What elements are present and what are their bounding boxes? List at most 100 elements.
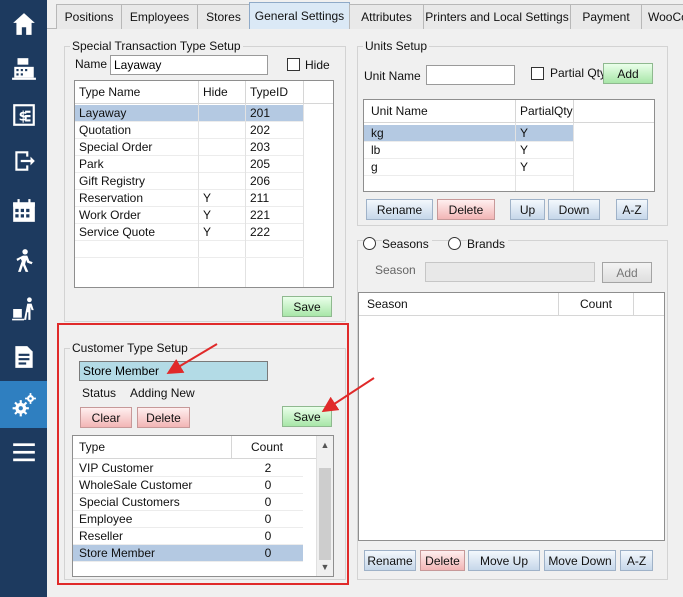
transaction-types-table[interactable]: Type Name Hide TypeID Layaway 201 Quotat…: [74, 80, 334, 288]
column-header[interactable]: Season: [359, 293, 559, 316]
season-add-button[interactable]: Add: [602, 262, 652, 283]
seasons-radio-label: Seasons: [382, 237, 432, 251]
type-id-cell: 221: [246, 207, 304, 224]
hide-cell: [199, 156, 246, 173]
settings-icon: [12, 392, 36, 416]
table-row[interactable]: Quotation 202: [75, 122, 304, 139]
season-rename-button[interactable]: Rename: [364, 550, 416, 571]
season-delete-button[interactable]: Delete: [420, 550, 465, 571]
partial-qty-label: Partial Qty: [550, 66, 607, 80]
settings-tabs: Positions Employees Stores General Setti…: [47, 0, 683, 29]
type-id-cell: 203: [246, 139, 304, 156]
tab-positions[interactable]: Positions: [56, 4, 122, 29]
unit-up-button[interactable]: Up: [510, 199, 545, 220]
calendar-icon: [12, 198, 35, 222]
nav-home-button[interactable]: [0, 0, 47, 47]
hide-checkbox[interactable]: [287, 58, 300, 71]
unit-name-cell: g: [364, 159, 516, 176]
units-title: Units Setup: [363, 39, 430, 53]
table-row[interactable]: Service Quote Y 222: [75, 224, 304, 241]
nav-report-button[interactable]: [0, 333, 47, 380]
season-az-button[interactable]: A-Z: [620, 550, 653, 571]
partial-qty-cell: Y: [516, 125, 574, 142]
nav-register-button[interactable]: [0, 45, 47, 92]
brands-radio-label: Brands: [467, 237, 509, 251]
special-transaction-title: Special Transaction Type Setup: [70, 39, 243, 53]
hide-cell: Y: [199, 190, 246, 207]
hide-cell: [199, 139, 246, 156]
side-navigation: $: [0, 0, 47, 597]
unit-delete-button[interactable]: Delete: [437, 199, 495, 220]
brands-radio[interactable]: [448, 237, 461, 250]
unit-rename-button[interactable]: Rename: [366, 199, 433, 220]
type-id-cell: 205: [246, 156, 304, 173]
column-header[interactable]: Type Name: [75, 81, 199, 104]
table-row[interactable]: Work Order Y 221: [75, 207, 304, 224]
table-row[interactable]: Reservation Y 211: [75, 190, 304, 207]
unit-down-button[interactable]: Down: [548, 199, 600, 220]
seasons-table[interactable]: Season Count: [358, 292, 665, 541]
transaction-name-label: Name: [75, 57, 108, 71]
register-icon: [11, 57, 36, 80]
type-name-cell: Work Order: [75, 207, 199, 224]
nav-delivery-button[interactable]: [0, 285, 47, 332]
partial-qty-cell: Y: [516, 142, 574, 159]
type-id-cell: 222: [246, 224, 304, 241]
type-id-cell: 201: [246, 105, 304, 122]
unit-name-cell: lb: [364, 142, 516, 159]
invoice-icon: $: [12, 103, 35, 126]
seasons-radio[interactable]: [363, 237, 376, 250]
walking-person-icon: [15, 248, 33, 272]
tab-stores[interactable]: Stores: [197, 4, 250, 29]
table-row[interactable]: Park 205: [75, 156, 304, 173]
season-move-up-button[interactable]: Move Up: [468, 550, 540, 571]
table-row[interactable]: kg Y: [364, 125, 574, 142]
column-header[interactable]: Unit Name: [364, 100, 516, 123]
units-table[interactable]: Unit Name PartialQty kg Y lb Y g Y: [363, 99, 655, 192]
nav-logout-button[interactable]: [0, 137, 47, 184]
table-header: Type Name Hide TypeID: [75, 81, 333, 104]
unit-name-input[interactable]: [426, 65, 515, 85]
column-header[interactable]: Hide: [199, 81, 246, 104]
transaction-name-input[interactable]: [110, 55, 268, 75]
hide-cell: [199, 173, 246, 190]
column-header[interactable]: PartialQty: [516, 100, 574, 123]
column-header[interactable]: Count: [559, 293, 634, 316]
hide-cell: Y: [199, 207, 246, 224]
tab-general-settings[interactable]: General Settings: [249, 2, 350, 29]
tab-wooco[interactable]: WooCo: [641, 4, 683, 29]
column-header[interactable]: TypeID: [246, 81, 304, 104]
report-icon: [14, 345, 33, 368]
season-move-down-button[interactable]: Move Down: [544, 550, 616, 571]
table-row[interactable]: [75, 241, 304, 258]
nav-settings-button[interactable]: [0, 381, 47, 428]
type-name-cell: Layaway: [75, 105, 199, 122]
table-row[interactable]: g Y: [364, 159, 574, 176]
transaction-save-button[interactable]: Save: [282, 296, 332, 317]
tab-printers-local-settings[interactable]: Printers and Local Settings: [423, 4, 571, 29]
nav-invoice-button[interactable]: $: [0, 91, 47, 138]
unit-name-cell: kg: [364, 125, 516, 142]
hide-label: Hide: [305, 58, 330, 72]
table-row[interactable]: lb Y: [364, 142, 574, 159]
tab-attributes[interactable]: Attributes: [349, 4, 424, 29]
type-name-cell: Reservation: [75, 190, 199, 207]
unit-az-button[interactable]: A-Z: [616, 199, 648, 220]
tab-payment[interactable]: Payment: [570, 4, 642, 29]
unit-name-label: Unit Name: [364, 69, 421, 83]
table-row[interactable]: Layaway 201: [75, 105, 304, 122]
table-row[interactable]: Gift Registry 206: [75, 173, 304, 190]
nav-menu-button[interactable]: [0, 428, 47, 475]
hide-cell: [199, 122, 246, 139]
nav-calendar-button[interactable]: [0, 187, 47, 234]
type-name-cell: Park: [75, 156, 199, 173]
tab-employees[interactable]: Employees: [121, 4, 198, 29]
unit-add-button[interactable]: Add: [603, 63, 653, 84]
season-input[interactable]: [425, 262, 595, 282]
nav-customers-button[interactable]: [0, 237, 47, 284]
partial-qty-cell: Y: [516, 159, 574, 176]
partial-qty-checkbox[interactable]: [531, 67, 544, 80]
table-row[interactable]: Special Order 203: [75, 139, 304, 156]
home-icon: [12, 12, 35, 35]
delivery-icon: [11, 296, 34, 320]
